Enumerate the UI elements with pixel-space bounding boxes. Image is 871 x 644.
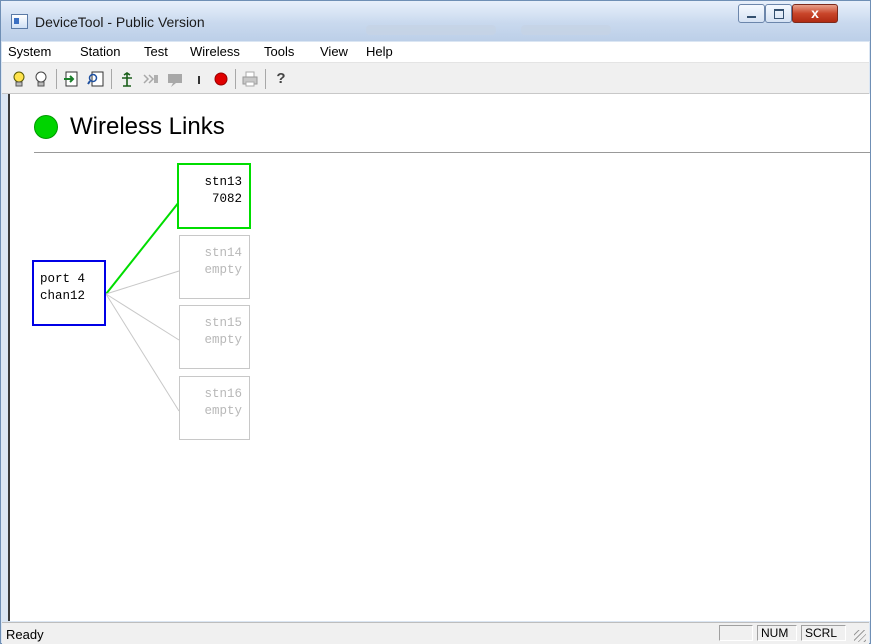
record-icon[interactable] [211,69,231,89]
station-node-stn13[interactable]: stn13 7082 [177,163,251,229]
close-icon: x [811,5,819,21]
app-window: DeviceTool - Public Version x System Sta… [0,0,871,644]
channel-label: chan12 [40,289,86,303]
menu-station[interactable]: Station [80,44,120,59]
status-pane-scrl: SCRL [801,625,846,641]
lightbulb-on-icon[interactable] [9,69,29,89]
station-name: stn13 [204,175,242,189]
minimize-button[interactable] [738,4,765,23]
station-value: empty [204,404,242,418]
app-icon[interactable] [11,14,28,29]
toolbar-separator [265,69,266,89]
menu-wireless[interactable]: Wireless [190,44,240,59]
station-node-stn15[interactable]: stn15 empty [179,305,250,369]
find-icon[interactable] [86,69,106,89]
status-pane-caps [719,625,753,641]
link-line-stn13 [105,201,180,295]
menu-system[interactable]: System [8,44,51,59]
status-text: Ready [6,627,44,642]
resize-grip-icon[interactable] [854,630,866,642]
menu-tools[interactable]: Tools [264,44,294,59]
menu-view[interactable]: View [320,44,348,59]
port-label: port 4 [40,272,86,286]
window-title: DeviceTool - Public Version [35,14,205,30]
port-node[interactable]: port 4 chan12 [32,260,106,326]
menu-help[interactable]: Help [366,44,393,59]
maximize-button[interactable] [765,4,792,23]
station-name: stn14 [204,246,242,260]
toolbar-separator [56,69,57,89]
station-name: stn15 [204,316,242,330]
wireless-links-view: Wireless Links port 4 chan12 stn13 7082 … [8,94,870,621]
connect-icon[interactable] [62,69,82,89]
link-line-stn16 [105,293,180,412]
toolbar: ? [2,63,869,94]
station-value: 7082 [211,192,242,206]
toolbar-separator [235,69,236,89]
antenna-icon[interactable] [117,69,137,89]
forward-icon [141,69,161,89]
message-icon [165,69,185,89]
blurred-taskbar-region [521,25,611,35]
station-value: empty [204,333,242,347]
link-line-stn15 [105,293,180,341]
menu-bar: System Station Test Wireless Tools View … [2,42,869,63]
status-pane-num: NUM [757,625,797,641]
print-icon [240,69,260,89]
station-value: empty [204,263,242,277]
station-node-stn14[interactable]: stn14 empty [179,235,250,299]
link-lines [105,201,180,412]
blurred-taskbar-region [366,25,496,35]
help-icon[interactable]: ? [271,69,291,89]
status-bar: Ready NUM SCRL [2,622,869,644]
station-node-stn16[interactable]: stn16 empty [179,376,250,440]
menu-test[interactable]: Test [144,44,168,59]
lightbulb-off-icon[interactable] [31,69,51,89]
station-name: stn16 [204,387,242,401]
title-bar[interactable]: DeviceTool - Public Version x [1,1,870,41]
pause-icon [189,69,209,89]
close-button[interactable]: x [792,4,838,23]
link-line-stn14 [105,270,180,295]
toolbar-separator [111,69,112,89]
